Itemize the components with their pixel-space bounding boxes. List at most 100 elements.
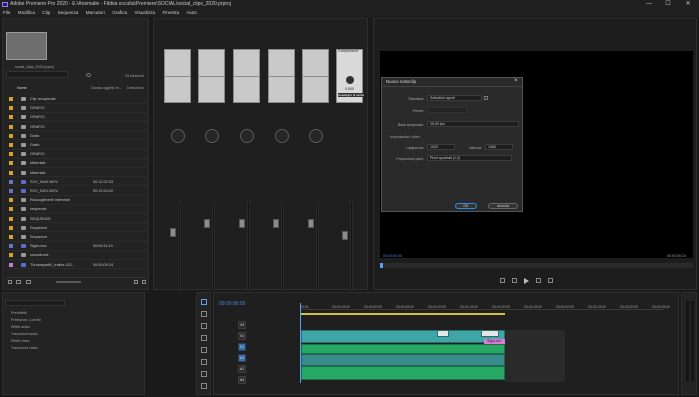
label-color-swatch[interactable] — [9, 207, 13, 212]
project-item[interactable]: sequenze — [9, 205, 149, 214]
track-target-toggle[interactable]: A2 — [238, 365, 246, 373]
track-target-toggle[interactable]: A3 — [238, 376, 246, 384]
project-item[interactable]: GRAFIO — [9, 113, 149, 122]
work-area-bar[interactable] — [300, 313, 505, 315]
playhead[interactable] — [380, 263, 383, 268]
project-item[interactable]: Sequenze — [9, 224, 149, 233]
label-color-swatch[interactable] — [9, 198, 13, 203]
step-forward-icon[interactable] — [548, 278, 553, 283]
col-header-name[interactable]: Nome — [17, 86, 27, 90]
slip-tool-icon[interactable] — [201, 347, 207, 353]
col-header-duration[interactable]: Durata oggetto m... — [91, 86, 122, 90]
project-item[interactable]: Throwaparti0_trailes-421... 00:00:09:24 — [9, 261, 149, 270]
project-item[interactable]: Sequenze — [9, 233, 149, 242]
effect-slot-4[interactable] — [268, 49, 295, 103]
label-color-swatch[interactable] — [9, 262, 13, 267]
lock-icon[interactable] — [8, 280, 12, 284]
project-item[interactable]: SVV_9440.MOV 00:12:22:03 — [9, 178, 149, 187]
master-effect-slot[interactable]: Compressore 0,000 Guadagno di uscita — [336, 49, 364, 103]
clip-v2-title-2[interactable] — [481, 330, 499, 337]
project-item[interactable]: Materiale — [9, 159, 149, 168]
step-next-icon[interactable] — [536, 278, 541, 283]
pen-tool-icon[interactable] — [201, 359, 207, 365]
dialog-close-button[interactable]: × — [514, 78, 518, 84]
ripple-edit-icon[interactable] — [201, 323, 207, 329]
track-target-toggle[interactable]: V2 — [238, 332, 246, 340]
menu-visualizza[interactable]: Visualizza — [131, 9, 158, 17]
label-color-swatch[interactable] — [9, 216, 13, 221]
volume-fader-5[interactable] — [308, 219, 314, 228]
menu-aiuto[interactable]: Aiuto — [183, 9, 199, 17]
label-color-swatch[interactable] — [9, 244, 13, 249]
menu-file[interactable]: File — [0, 9, 13, 17]
volume-fader-master[interactable] — [342, 231, 348, 240]
project-item[interactable]: Clip recuperate — [9, 95, 149, 104]
effects-folder[interactable]: Transizioni audio — [11, 332, 38, 336]
step-prev-icon[interactable] — [512, 278, 517, 283]
label-color-swatch[interactable] — [9, 225, 13, 230]
track-select-icon[interactable] — [201, 311, 207, 317]
clip-v1[interactable] — [301, 330, 505, 343]
project-item[interactable]: SVV_9421.MOV 00:12:24:02 — [9, 187, 149, 196]
label-color-swatch[interactable] — [9, 179, 13, 184]
timeline-timecode[interactable]: 00:00:00:00 — [219, 301, 245, 307]
close-button[interactable]: ✕ — [680, 0, 696, 9]
project-item[interactable]: Sigla.mov 00:00:11:10 — [9, 242, 149, 251]
zoom-slider[interactable] — [56, 281, 81, 283]
volume-fader-3[interactable] — [239, 219, 245, 228]
razor-icon[interactable] — [201, 335, 207, 341]
volume-fader-4[interactable] — [273, 219, 279, 228]
menu-modifica[interactable]: Modifica — [15, 9, 38, 17]
step-back-icon[interactable] — [500, 278, 505, 283]
label-color-swatch[interactable] — [9, 124, 13, 129]
clip-a2[interactable] — [301, 366, 505, 380]
menu-finestra[interactable]: Finestra — [159, 9, 182, 17]
project-item[interactable]: Grafo — [9, 132, 149, 141]
pan-knob-5[interactable] — [309, 129, 323, 143]
timeline-ruler[interactable] — [300, 303, 664, 310]
label-color-swatch[interactable] — [9, 143, 13, 147]
label-color-swatch[interactable] — [9, 189, 13, 193]
volume-fader-1[interactable] — [170, 228, 176, 237]
label-color-swatch[interactable] — [9, 133, 13, 138]
program-timecode-left[interactable]: 00:00:00:00 — [383, 254, 402, 258]
effects-folder[interactable]: Preimpost. Lumetri — [11, 318, 41, 322]
minimize-button[interactable]: — — [641, 0, 657, 9]
program-scrubber[interactable] — [380, 263, 693, 268]
project-item[interactable]: SEQUENZE — [9, 215, 149, 224]
clip-v2-title[interactable] — [437, 330, 449, 337]
menu-clip[interactable]: Clip — [39, 9, 53, 17]
menu-sequenza[interactable]: Sequenza — [55, 9, 82, 17]
project-item[interactable]: GRAFIO — [9, 104, 149, 113]
label-color-swatch[interactable] — [9, 152, 13, 157]
effect-slot-1[interactable] — [164, 49, 191, 103]
search-icon[interactable] — [86, 73, 91, 77]
pan-knob-1[interactable] — [171, 129, 185, 143]
clip-a1[interactable] — [301, 344, 505, 354]
hand-tool-icon[interactable] — [201, 371, 207, 377]
project-item[interactable]: GRAFIO — [9, 123, 149, 132]
track-target-toggle[interactable]: A1 — [238, 354, 246, 362]
timebase-select[interactable]: 25,00 fps — [427, 121, 519, 127]
standard-select[interactable]: Sottotitoli aperti — [427, 95, 482, 101]
ok-button[interactable]: OK — [455, 203, 477, 209]
menu-marcatori[interactable]: Marcatori — [83, 9, 108, 17]
pixel-aspect-select[interactable]: Pixel quadrati (1,0) — [427, 155, 512, 161]
empty-track-area[interactable] — [505, 330, 565, 382]
clip-v1-lower[interactable] — [301, 354, 505, 366]
selection-tool-icon[interactable] — [201, 299, 207, 305]
volume-fader-2[interactable] — [204, 219, 210, 228]
project-item[interactable]: Raccoglimenti interviste — [9, 196, 149, 205]
height-field[interactable]: 1080 — [485, 144, 513, 150]
effects-folder[interactable]: Transizioni video — [11, 346, 38, 350]
effect-slot-3[interactable] — [233, 49, 260, 103]
list-view-icon[interactable] — [16, 280, 21, 284]
icon-view-icon[interactable] — [26, 280, 31, 284]
label-color-swatch[interactable] — [9, 161, 13, 166]
type-tool-icon[interactable] — [201, 383, 207, 389]
label-color-swatch[interactable] — [9, 115, 13, 120]
label-color-swatch[interactable] — [9, 170, 13, 175]
new-item-icon[interactable] — [134, 280, 138, 284]
maximize-button[interactable]: ☐ — [660, 0, 676, 9]
menu-grafica[interactable]: Grafica — [109, 9, 130, 17]
